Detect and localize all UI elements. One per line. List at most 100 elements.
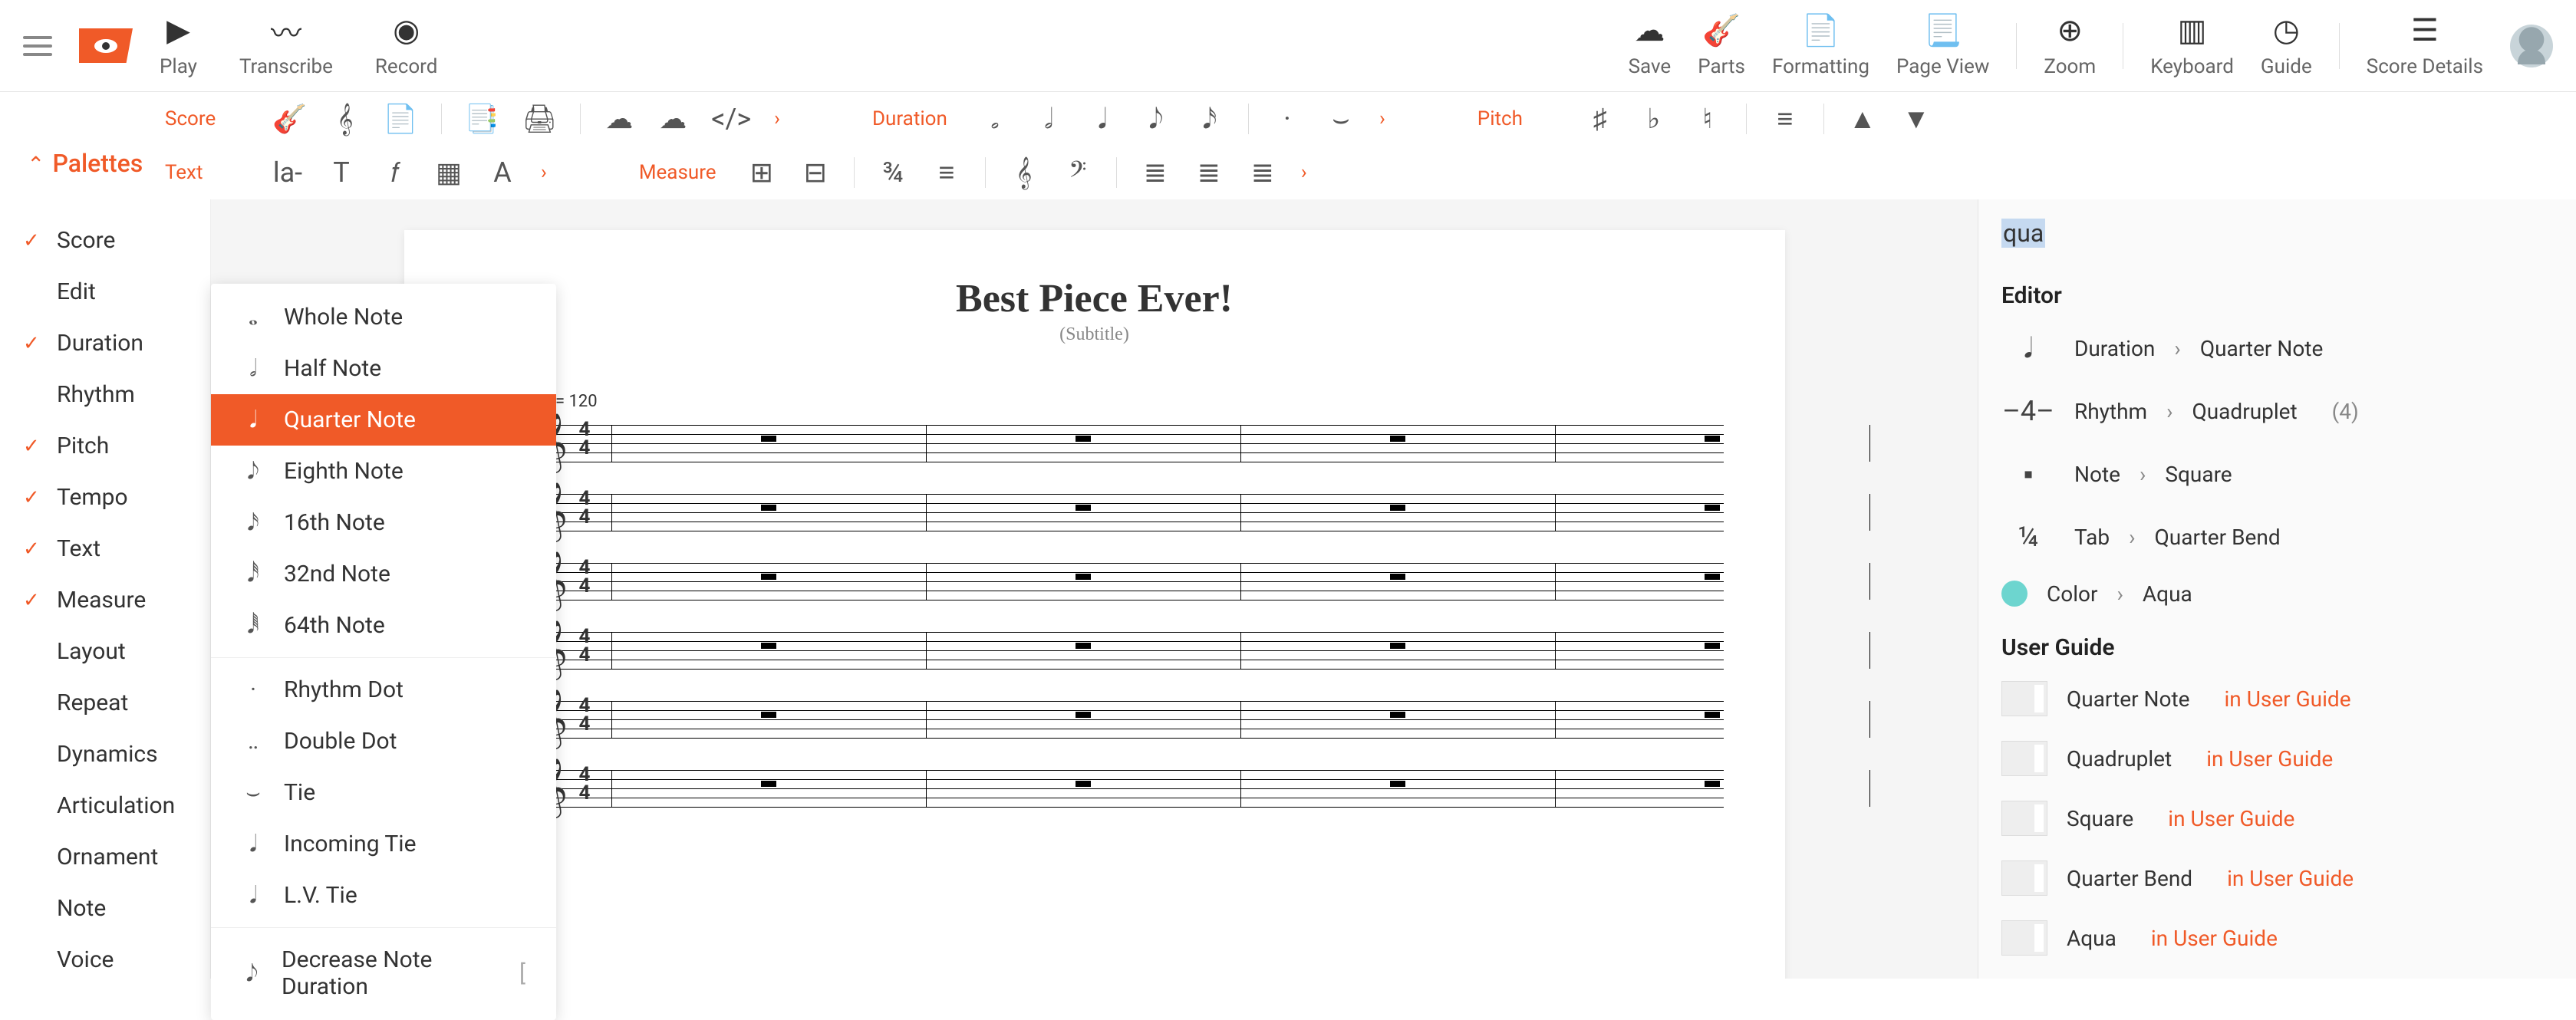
palette-item[interactable]: ☁ xyxy=(604,103,634,135)
submenu-item[interactable]: ·Rhythm Dot xyxy=(211,664,556,716)
search-result-editor[interactable]: ▪Note›Square xyxy=(1978,443,2576,505)
score-subtitle[interactable]: (Subtitle) xyxy=(466,324,1724,345)
submenu-item[interactable]: ‥Double Dot xyxy=(211,716,556,767)
sidebar-item-articulation[interactable]: Articulation xyxy=(0,780,210,831)
palette-item[interactable]: ≣ xyxy=(1140,156,1171,189)
palette-more[interactable]: › xyxy=(1379,107,1385,130)
search-input[interactable]: qua xyxy=(1978,199,2576,267)
palette-item[interactable]: 𝄞 xyxy=(1009,156,1039,189)
palette-item[interactable]: 📄 xyxy=(384,103,418,135)
palette-more[interactable]: › xyxy=(774,107,780,130)
sidebar-item-edit[interactable]: Edit xyxy=(0,266,210,318)
sidebar-item-dynamics[interactable]: Dynamics xyxy=(0,729,210,780)
staff[interactable]: 𝄞44 xyxy=(512,693,1724,749)
palette-more[interactable]: › xyxy=(1301,161,1307,184)
palette-item[interactable]: 🎸 xyxy=(272,103,307,135)
palette-item[interactable]: 𝅗𝅥 xyxy=(1033,103,1064,136)
sidebar-item-ornament[interactable]: Ornament xyxy=(0,831,210,883)
user-avatar[interactable] xyxy=(2510,25,2553,67)
search-result-editor[interactable]: ¼Tab›Quarter Bend xyxy=(1978,505,2576,568)
palette-item[interactable]: T xyxy=(326,156,357,189)
sidebar-item-note[interactable]: Note xyxy=(0,883,210,934)
sidebar-item-layout[interactable]: Layout xyxy=(0,626,210,677)
palette-item[interactable]: 📑 xyxy=(465,103,499,135)
record-button[interactable]: ◉Record xyxy=(375,13,437,78)
sidebar-item-repeat[interactable]: Repeat xyxy=(0,677,210,729)
tempo-marking[interactable]: ♩ = 120 xyxy=(535,391,1724,411)
menu-button[interactable] xyxy=(23,36,52,56)
submenu-item[interactable]: 𝅘𝅥𝅯16th Note xyxy=(211,497,556,548)
palettes-toggle[interactable]: Palettes xyxy=(0,92,134,199)
palette-item[interactable]: ⊞ xyxy=(746,156,777,189)
palette-item[interactable]: ¾ xyxy=(878,156,908,189)
sidebar-item-duration[interactable]: ✓Duration xyxy=(0,318,210,369)
submenu-item[interactable]: 𝅘𝅥𝅱64th Note xyxy=(211,600,556,651)
parts-button[interactable]: 🎸Parts xyxy=(1698,13,1745,78)
palette-item[interactable]: 𝄞 xyxy=(330,103,361,136)
staff[interactable]: 𝄞44 xyxy=(512,555,1724,610)
palette-item[interactable]: ≣ xyxy=(1247,156,1278,189)
palette-item[interactable]: ♭ xyxy=(1639,103,1669,135)
palette-item[interactable]: 𝅘𝅥 xyxy=(1087,103,1118,136)
palette-item[interactable]: ▦ xyxy=(433,156,464,189)
palette-item[interactable]: ▲ xyxy=(1847,103,1878,135)
sidebar-item-voice[interactable]: Voice xyxy=(0,934,210,979)
palette-item[interactable]: ▼ xyxy=(1901,103,1932,135)
staff[interactable]: 𝄞44 xyxy=(512,486,1724,541)
palette-item[interactable]: 🖨 xyxy=(522,103,557,135)
search-result-editor[interactable]: –4–Rhythm›Quadruplet(4) xyxy=(1978,380,2576,443)
sidebar-item-tempo[interactable]: ✓Tempo xyxy=(0,472,210,523)
search-result-guide[interactable]: Aquain User Guide xyxy=(1978,908,2576,968)
sidebar-item-pitch[interactable]: ✓Pitch xyxy=(0,420,210,472)
palette-item[interactable]: A xyxy=(487,156,518,189)
staff[interactable]: 𝄞44 xyxy=(512,762,1724,818)
palette-item[interactable]: ☁ xyxy=(657,103,688,135)
keyboard-button[interactable]: ▥Keyboard xyxy=(2150,13,2234,78)
palette-item[interactable]: 𝑓 xyxy=(380,156,410,189)
palette-item[interactable]: 𝅘𝅥𝅯 xyxy=(1194,103,1225,136)
sidebar-item-measure[interactable]: ✓Measure xyxy=(0,574,210,626)
submenu-item[interactable]: 𝅗𝅥Half Note xyxy=(211,343,556,394)
search-result-guide[interactable]: Quarter Bendin User Guide xyxy=(1978,848,2576,908)
search-result-guide[interactable]: Squarein User Guide xyxy=(1978,788,2576,848)
submenu-item[interactable]: 𝅘𝅥𝅰32nd Note xyxy=(211,548,556,600)
submenu-item[interactable]: 𝅘𝅥𝅮Decrease Note Duration[ xyxy=(211,934,556,1012)
play-button[interactable]: ▶Play xyxy=(160,13,197,78)
submenu-item[interactable]: 𝅘𝅥Incoming Tie xyxy=(211,818,556,870)
palette-item[interactable]: </> xyxy=(711,103,751,135)
guide-button[interactable]: ◷Guide xyxy=(2261,13,2312,78)
submenu-item[interactable]: 𝅝Whole Note xyxy=(211,291,556,343)
sidebar-item-score[interactable]: ✓Score xyxy=(0,215,210,266)
staff[interactable]: 𝄞44 xyxy=(512,417,1724,472)
palette-item[interactable]: la- xyxy=(272,156,303,189)
palette-item[interactable]: ♯ xyxy=(1585,103,1616,135)
palette-item[interactable]: ⌣ xyxy=(1326,103,1356,136)
page-view-button[interactable]: 📃Page View xyxy=(1896,13,1989,78)
search-result-guide[interactable]: Quarter Notein User Guide xyxy=(1978,669,2576,729)
palette-more[interactable]: › xyxy=(541,161,547,184)
sidebar-item-rhythm[interactable]: Rhythm xyxy=(0,369,210,420)
formatting-button[interactable]: 📄Formatting xyxy=(1772,13,1869,78)
palette-item[interactable]: · xyxy=(1272,103,1303,135)
palette-item[interactable]: 𝅗 xyxy=(980,103,1010,136)
submenu-item[interactable]: 𝅘𝅥𝅮Eighth Note xyxy=(211,446,556,497)
score-details-button[interactable]: ☰Score Details xyxy=(2367,13,2483,78)
submenu-item[interactable]: ⌣Tie xyxy=(211,767,556,818)
submenu-item[interactable]: 𝅘𝅥Quarter Note xyxy=(211,394,556,446)
palette-item[interactable]: ♮ xyxy=(1692,103,1723,135)
save-button[interactable]: ☁Save xyxy=(1629,13,1672,78)
palette-item[interactable]: 𝄢 xyxy=(1062,156,1093,189)
submenu-item[interactable]: 𝅘𝅥L.V. Tie xyxy=(211,870,556,921)
palette-item[interactable]: ≡ xyxy=(1770,103,1800,135)
sidebar-item-text[interactable]: ✓Text xyxy=(0,523,210,574)
palette-item[interactable]: ⊟ xyxy=(800,156,831,189)
app-logo[interactable] xyxy=(79,28,133,63)
palette-item[interactable]: 𝅘𝅥𝅮 xyxy=(1141,103,1171,136)
score-title[interactable]: Best Piece Ever! xyxy=(466,276,1724,321)
zoom-button[interactable]: ⊕Zoom xyxy=(2044,13,2096,78)
palette-item[interactable]: ≡ xyxy=(931,156,962,189)
search-result-editor[interactable]: Color›Aqua xyxy=(1978,568,2576,619)
transcribe-button[interactable]: 〰Transcribe xyxy=(239,13,333,78)
search-result-editor[interactable]: 𝅘𝅥Duration›Quarter Note xyxy=(1978,317,2576,380)
palette-item[interactable]: ≣ xyxy=(1194,156,1224,189)
